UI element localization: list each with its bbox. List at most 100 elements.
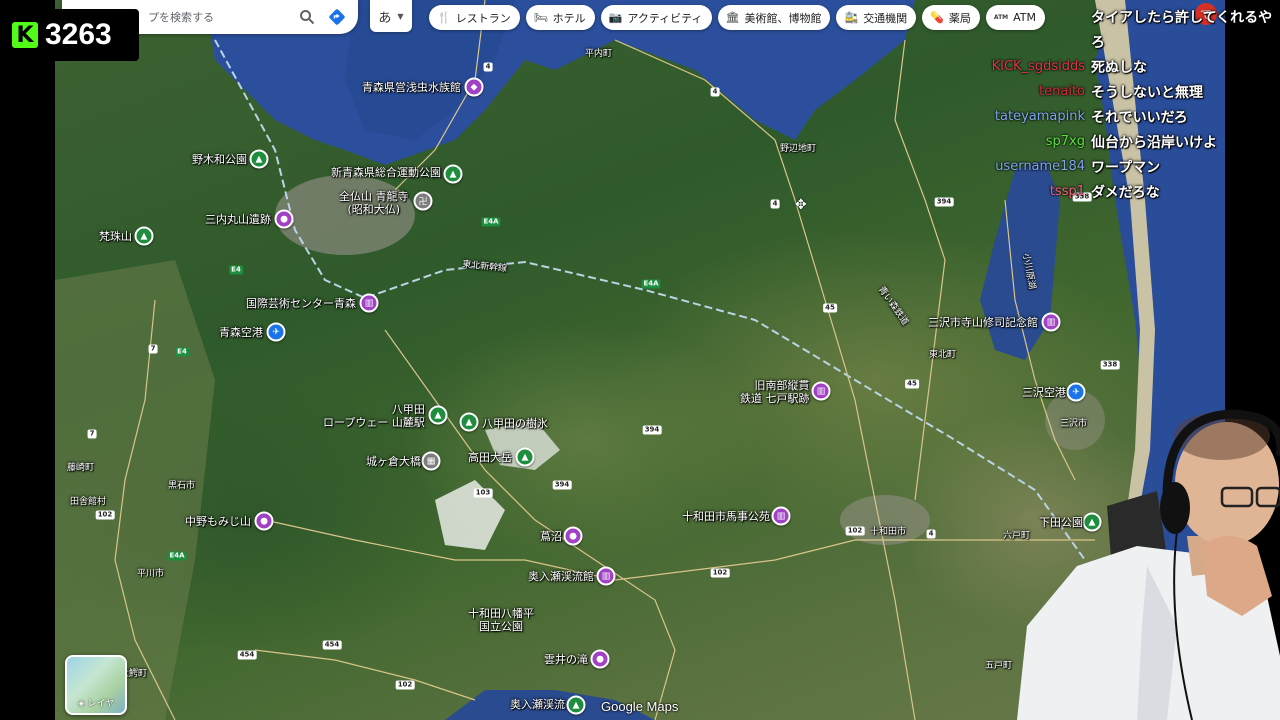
search-input[interactable]: プを検索する	[148, 9, 288, 25]
expressway-shield: E4A	[481, 217, 501, 227]
park-marker-icon[interactable]: ▲	[443, 164, 463, 184]
ruins-marker-icon[interactable]: ●	[274, 209, 294, 229]
chip-hotel[interactable]: 🛏 ホテル	[525, 5, 595, 30]
mountain-marker-icon[interactable]: ▲	[134, 226, 154, 246]
chip-transit[interactable]: 🚉 交通機関	[836, 5, 917, 30]
park-marker-icon[interactable]: ▲	[249, 149, 269, 169]
place-label-tsutanuma[interactable]: 蔦沼	[540, 530, 562, 543]
museum-icon: 🏛	[725, 11, 740, 24]
route-shield: 394	[642, 425, 662, 435]
place-label-ropeway[interactable]: 八甲田 ロープウェー 山麓駅	[323, 403, 425, 429]
ropeway-marker-icon[interactable]: ▲	[428, 405, 448, 425]
chat-username[interactable]: tssp1	[950, 184, 1091, 199]
camera-icon: 📷	[608, 11, 623, 24]
stream-viewer-badge: K 3263	[0, 9, 139, 61]
kick-logo-icon: K	[12, 22, 38, 48]
search-icon[interactable]	[296, 6, 318, 28]
route-shield: 102	[710, 568, 730, 578]
chip-label: 美術館、博物館	[744, 11, 822, 25]
town-label: 野辺地町	[780, 144, 817, 154]
place-label-sports-park[interactable]: 新青森県総合運動公園	[331, 166, 441, 179]
chip-restaurant[interactable]: 🍴 レストラン	[429, 5, 520, 30]
chat-username[interactable]: tateyamapink	[950, 109, 1091, 124]
google-maps-logo: Google Maps	[601, 699, 679, 714]
museum-marker-icon[interactable]: ▥	[596, 566, 616, 586]
route-shield: 102	[845, 526, 865, 536]
place-label-aomori-airport[interactable]: 青森空港	[219, 326, 263, 339]
chat-username[interactable]: KICK_sgdsidds	[950, 59, 1091, 74]
chip-label: ホテル	[552, 11, 586, 25]
chip-activity[interactable]: 📷 アクティビティ	[600, 5, 712, 30]
chat-username[interactable]: tenaito	[950, 84, 1091, 99]
bridge-marker-icon[interactable]: ▦	[421, 451, 441, 471]
foliage-marker-icon[interactable]: ●	[254, 511, 274, 531]
route-shield: 7	[87, 429, 97, 439]
route-shield: 103	[473, 488, 493, 498]
route-shield: 454	[322, 640, 342, 650]
chat-message: username184 ワープマン	[950, 154, 1280, 179]
route-shield: 394	[552, 480, 572, 490]
place-label-art-center[interactable]: 国際芸術センター青森	[246, 297, 356, 310]
place-label-bajikoen[interactable]: 十和田市馬事公苑	[682, 510, 770, 523]
chat-text: 仙台から沿岸いけよ	[1091, 134, 1217, 151]
aquarium-marker-icon[interactable]: ◆	[464, 77, 484, 97]
airport-marker-icon[interactable]: ✈	[266, 322, 286, 342]
town-label: 平内町	[585, 49, 613, 59]
chip-label: レストラン	[455, 11, 511, 25]
place-label-takadaodake[interactable]: 高田大岳	[468, 451, 512, 464]
chat-message: tateyamapink それでいいだろ	[950, 104, 1280, 129]
fork-knife-icon: 🍴	[437, 11, 451, 24]
town-label: 田舎館村	[70, 497, 107, 507]
town-label: 藤崎町	[67, 463, 95, 473]
transit-icon: 🚉	[844, 11, 859, 24]
layers-button[interactable]: ◈ レイヤ	[65, 655, 127, 715]
route-shield: 454	[237, 650, 257, 660]
place-label-national-park: 十和田八幡平 国立公園	[468, 607, 534, 633]
place-label-bonjusan[interactable]: 梵珠山	[99, 230, 132, 243]
place-label-asamushi-aquarium[interactable]: 青森県営浅虫水族館	[362, 81, 461, 94]
expressway-shield: E4A	[167, 551, 187, 561]
expressway-shield: E4	[229, 265, 243, 275]
route-shield: 4	[770, 199, 780, 209]
mountain-marker-icon[interactable]: ▲	[515, 447, 535, 467]
chip-label: 交通機関	[863, 11, 908, 25]
place-label-terayama-museum[interactable]: 三沢市寺山修司記念館	[928, 316, 1038, 329]
layers-label: ◈ レイヤ	[67, 696, 125, 709]
place-label-oirase-keiryu[interactable]: 奥入瀬渓流	[510, 698, 565, 711]
chat-message: tssp1 ダメだろな	[950, 179, 1280, 204]
place-label-oirase-keiryukan[interactable]: 奥入瀬渓流館	[528, 570, 594, 583]
temple-marker-icon[interactable]: 卍	[413, 191, 433, 211]
museum-marker-icon[interactable]: ▥	[359, 293, 379, 313]
place-label-nakano-momijiyama[interactable]: 中野もみじ山	[185, 515, 251, 528]
route-shield: 4	[710, 87, 720, 97]
place-label-seiryuji[interactable]: 全仏山 青龍寺 (昭和大仏)	[339, 190, 409, 216]
park-marker-icon[interactable]: ▲	[459, 412, 479, 432]
place-label-sannai-maruyama[interactable]: 三内丸山遺跡	[205, 213, 271, 226]
museum-marker-icon[interactable]: ▥	[1041, 312, 1061, 332]
chat-username[interactable]: sp7xg	[950, 134, 1091, 149]
chip-museum[interactable]: 🏛 美術館、博物館	[717, 5, 831, 30]
place-label-shichinohe-station[interactable]: 旧南部縦貫 鉄道 七戸駅跡	[740, 379, 810, 405]
museum-marker-icon[interactable]: ▥	[811, 381, 831, 401]
chevron-down-icon: ▼	[397, 11, 404, 21]
ime-indicator[interactable]: あ ▼	[370, 0, 412, 32]
foliage-marker-icon[interactable]: ●	[563, 526, 583, 546]
museum-marker-icon[interactable]: ▥	[771, 506, 791, 526]
park-marker-icon[interactable]: ▲	[566, 695, 586, 715]
chat-message: ろ	[950, 29, 1280, 54]
route-shield: 45	[905, 379, 919, 389]
town-label: 五戸町	[985, 661, 1013, 671]
place-label-nogiwa-park[interactable]: 野木和公園	[192, 153, 247, 166]
chat-text: ダメだろな	[1091, 184, 1160, 201]
chat-text: タイアしたら許してくれるや	[1091, 9, 1273, 26]
directions-icon[interactable]	[326, 6, 348, 28]
place-label-juhyo[interactable]: 八甲田の樹氷	[482, 417, 548, 430]
waterfall-marker-icon[interactable]: ●	[590, 649, 610, 669]
chat-username[interactable]: username184	[950, 159, 1091, 174]
town-label: 東北町	[929, 350, 957, 360]
chat-text: そうしないと無理	[1091, 84, 1203, 101]
place-label-kumoi-falls[interactable]: 雲井の滝	[544, 653, 588, 666]
place-label-jogakura-bridge[interactable]: 城ヶ倉大橋	[366, 455, 421, 468]
pharmacy-icon: 💊	[930, 11, 944, 24]
chat-message: KICK_sgdsidds 死ぬしな	[950, 54, 1280, 79]
